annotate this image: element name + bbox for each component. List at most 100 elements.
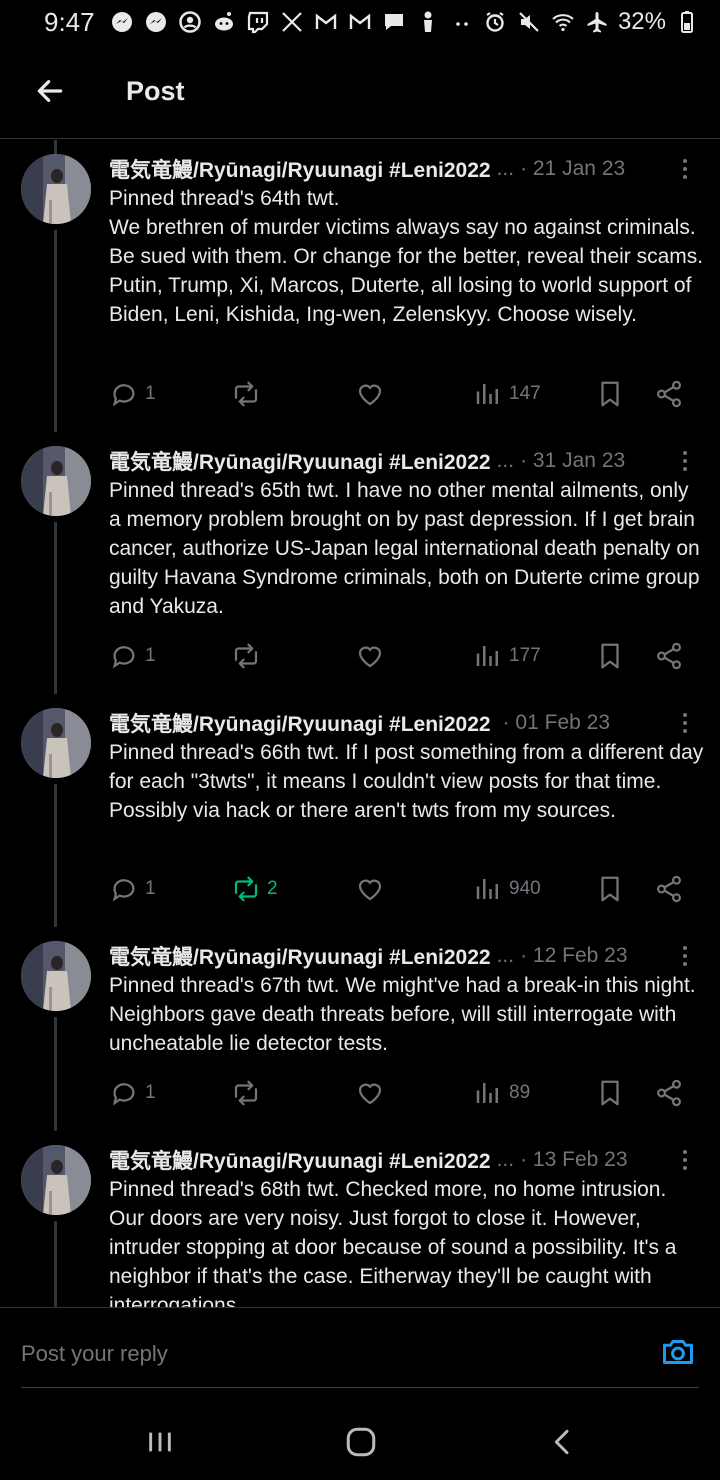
messenger-icon [109, 9, 135, 35]
bookmark-icon [601, 1080, 619, 1106]
author-name[interactable]: 電気竜鰻/Ryūnagi/Ryuunagi #Leni2022 [109, 708, 491, 738]
gmail-icon [347, 9, 373, 35]
repost-count: 2 [267, 878, 278, 899]
views-button[interactable]: 177 [473, 636, 541, 676]
name-truncation: ... [496, 1148, 515, 1171]
reply-icon [112, 879, 135, 902]
views-button[interactable]: 147 [473, 374, 541, 414]
repost-button[interactable] [231, 374, 267, 414]
tweet-actions: 1 2 940 [109, 869, 699, 909]
thread-connector [54, 1221, 57, 1307]
gmail-icon [313, 9, 339, 35]
author-name[interactable]: 電気竜鰻/Ryūnagi/Ryuunagi #Leni2022 [109, 941, 491, 971]
more-options-button[interactable] [672, 941, 698, 971]
like-button[interactable] [355, 1073, 391, 1113]
tweet-date[interactable]: · 01 Feb 23 [503, 711, 610, 735]
page-header: Post [0, 44, 720, 139]
recents-icon [149, 1432, 171, 1452]
tweet-text: Pinned thread's 65th twt. I have no othe… [109, 479, 700, 618]
user-circle-icon [177, 9, 203, 35]
tweet[interactable]: 電気竜鰻/Ryūnagi/Ryuunagi #Leni2022 · 01 Feb… [0, 694, 720, 927]
system-status: 32% [482, 8, 700, 36]
reply-button[interactable]: 1 [109, 636, 156, 676]
heart-icon [358, 646, 382, 668]
system-back-button[interactable] [543, 1422, 583, 1462]
system-navigation-bar [0, 1388, 720, 1480]
airplane-icon [584, 9, 610, 35]
tweet-actions: 1 177 [109, 636, 699, 676]
thread-connector [54, 1017, 57, 1131]
camera-button[interactable] [660, 1334, 696, 1370]
battery-percent: 32% [617, 8, 666, 35]
view-count: 940 [509, 878, 541, 899]
tweet[interactable]: 電気竜鰻/Ryūnagi/Ryuunagi #Leni2022 ... · 21… [0, 140, 720, 432]
share-button[interactable] [654, 374, 684, 414]
reply-button[interactable]: 1 [109, 1073, 156, 1113]
reply-button[interactable]: 1 [109, 374, 156, 414]
more-options-button[interactable] [672, 154, 698, 184]
avatar[interactable] [21, 708, 91, 778]
back-button[interactable] [20, 61, 80, 121]
notification-icons [109, 9, 475, 35]
more-options-button[interactable] [672, 446, 698, 476]
tweet[interactable]: 電気竜鰻/Ryūnagi/Ryuunagi #Leni2022 ... · 13… [0, 1131, 720, 1307]
repost-icon [234, 876, 258, 902]
more-options-button[interactable] [672, 708, 698, 738]
tweet-text: Pinned thread's 68th twt. Checked more, … [109, 1178, 677, 1307]
tweet-actions: 1 89 [109, 1073, 699, 1113]
tweet-text: Pinned thread's 64th twt. We brethren of… [109, 187, 704, 326]
tweet[interactable]: 電気竜鰻/Ryūnagi/Ryuunagi #Leni2022 ... · 31… [0, 432, 720, 694]
tweet-date[interactable]: · 12 Feb 23 [520, 944, 627, 968]
tweet-date[interactable]: · 21 Jan 23 [520, 157, 625, 181]
tweet-date[interactable]: · 13 Feb 23 [520, 1148, 627, 1172]
views-button[interactable]: 940 [473, 869, 541, 909]
bookmark-button[interactable] [595, 869, 625, 909]
tweet[interactable]: 電気竜鰻/Ryūnagi/Ryuunagi #Leni2022 ... · 12… [0, 927, 720, 1131]
chat-icon [381, 9, 407, 35]
repost-button[interactable] [231, 1073, 267, 1113]
home-button[interactable] [341, 1422, 381, 1462]
author-name[interactable]: 電気竜鰻/Ryūnagi/Ryuunagi #Leni2022 [109, 1145, 491, 1175]
chevron-left-icon [554, 1429, 569, 1455]
avatar[interactable] [21, 1145, 91, 1215]
recent-apps-button[interactable] [140, 1422, 180, 1462]
reply-input[interactable] [21, 1338, 581, 1370]
share-button[interactable] [654, 869, 684, 909]
bookmark-button[interactable] [595, 1073, 625, 1113]
more-options-button[interactable] [672, 1145, 698, 1175]
bookmark-button[interactable] [595, 374, 625, 414]
reply-icon [112, 384, 135, 407]
more-dots-icon [449, 9, 475, 35]
like-button[interactable] [355, 374, 391, 414]
thread-feed[interactable]: 電気竜鰻/Ryūnagi/Ryuunagi #Leni2022 ... · 21… [0, 140, 720, 1307]
reply-button[interactable]: 1 [109, 869, 156, 909]
avatar[interactable] [21, 154, 91, 224]
avatar[interactable] [21, 446, 91, 516]
like-button[interactable] [355, 636, 391, 676]
tweet-text: Pinned thread's 67th twt. We might've ha… [109, 974, 696, 1055]
views-button[interactable]: 89 [473, 1073, 530, 1113]
repost-button[interactable] [231, 636, 267, 676]
home-icon [346, 1427, 376, 1457]
tweet-date[interactable]: · 31 Jan 23 [520, 449, 625, 473]
tweet-text: Pinned thread's 66th twt. If I post some… [109, 741, 704, 822]
repost-button[interactable]: 2 [231, 869, 278, 909]
view-count: 147 [509, 383, 541, 404]
status-bar: 9:47 32% [0, 0, 720, 44]
views-chart-icon [476, 1083, 498, 1103]
messenger-icon [143, 9, 169, 35]
page-title: Post [126, 75, 185, 106]
share-icon [656, 1079, 682, 1107]
share-button[interactable] [654, 636, 684, 676]
views-chart-icon [476, 384, 498, 404]
like-button[interactable] [355, 869, 391, 909]
share-button[interactable] [654, 1073, 684, 1113]
name-truncation: ... [496, 449, 515, 472]
reply-icon [112, 646, 135, 669]
reply-count: 1 [145, 645, 156, 666]
author-name[interactable]: 電気竜鰻/Ryūnagi/Ryuunagi #Leni2022 [109, 446, 491, 476]
repost-icon [234, 1080, 258, 1106]
author-name[interactable]: 電気竜鰻/Ryūnagi/Ryuunagi #Leni2022 [109, 154, 491, 184]
bookmark-button[interactable] [595, 636, 625, 676]
avatar[interactable] [21, 941, 91, 1011]
